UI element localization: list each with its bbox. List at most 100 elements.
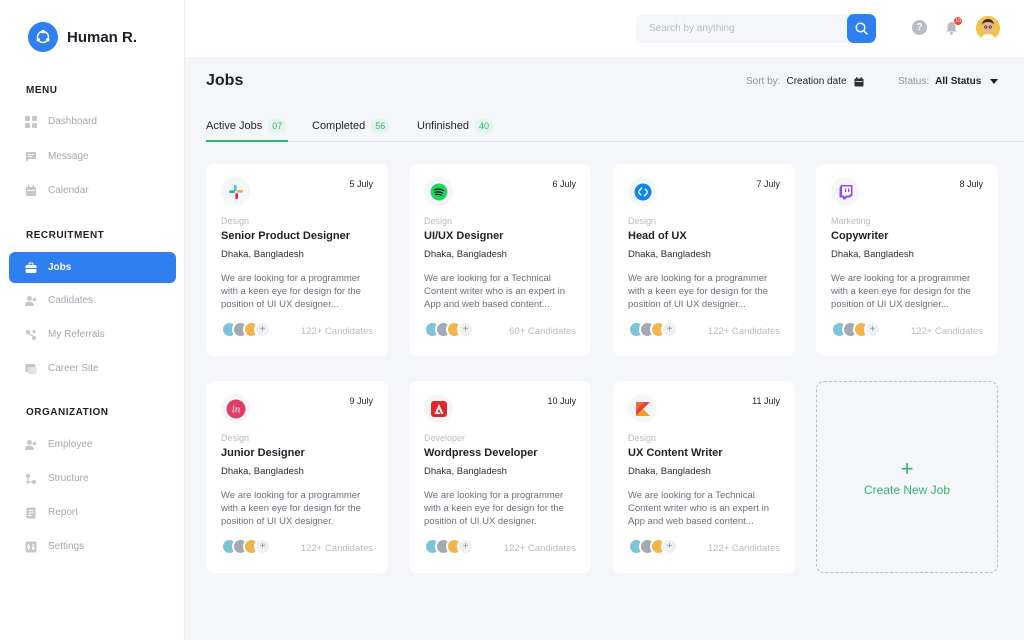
spotify-icon <box>424 177 453 206</box>
search-input[interactable] <box>636 14 836 43</box>
more-candidates-button[interactable]: + <box>661 538 678 555</box>
job-title[interactable]: Copywriter <box>831 230 888 242</box>
tab-label: Unfinished <box>417 120 469 132</box>
job-category: Design <box>221 216 250 226</box>
page-title: Jobs <box>206 72 244 89</box>
sidebar-item-label: Cadidates <box>48 295 94 306</box>
question-icon[interactable]: ? <box>912 20 927 35</box>
job-date: 7 July <box>756 179 780 189</box>
job-title[interactable]: UI/UX Designer <box>424 230 503 242</box>
candidate-count: 122+ Candidates <box>503 543 576 554</box>
more-candidates-button[interactable]: + <box>457 538 474 555</box>
tab-label: Completed <box>312 120 366 132</box>
job-description: We are looking for a programmer with a k… <box>831 273 971 310</box>
sort-control[interactable]: Sort by: Creation date <box>746 76 864 87</box>
job-location: Dhaka, Bangladesh <box>221 466 304 477</box>
sidebar-item-report[interactable]: Report <box>9 497 176 528</box>
status-filter[interactable]: Status: All Status <box>898 76 999 87</box>
sort-label: Sort by: <box>746 76 781 87</box>
job-location: Dhaka, Bangladesh <box>424 249 507 260</box>
more-candidates-button[interactable]: + <box>254 538 271 555</box>
sidebar-item-jobs[interactable]: Jobs <box>9 252 176 283</box>
grid-icon <box>25 115 37 128</box>
job-title[interactable]: Head of UX <box>628 230 687 242</box>
job-card[interactable]: 7 July Design Head of UX Dhaka, Banglade… <box>613 164 795 356</box>
bell-icon[interactable]: 10 <box>944 17 962 35</box>
candidate-count: 122+ Candidates <box>300 543 373 554</box>
candidate-avatars[interactable]: + <box>424 321 474 338</box>
svg-text:in: in <box>231 403 240 415</box>
job-date: 11 July <box>752 396 780 406</box>
chevron-down-icon <box>990 79 999 84</box>
candidate-count: 122+ Candidates <box>707 543 780 554</box>
sidebar-item-label: Structure <box>48 473 89 484</box>
sidebar-item-settings[interactable]: Settings <box>9 531 176 562</box>
more-candidates-button[interactable]: + <box>864 321 881 338</box>
kotlin-icon <box>628 394 657 423</box>
candidate-avatars[interactable]: + <box>221 538 271 555</box>
search-button[interactable] <box>847 14 876 43</box>
job-date: 9 July <box>349 396 373 406</box>
twitch-icon <box>831 177 860 206</box>
calendar-icon <box>25 184 37 197</box>
users-icon <box>25 439 37 451</box>
sidebar-item-employee[interactable]: Employee <box>9 429 176 460</box>
sidebar-item-structure[interactable]: Structure <box>9 463 176 494</box>
structure-icon <box>25 473 37 485</box>
job-title[interactable]: Wordpress Developer <box>424 447 538 459</box>
candidate-count: 122+ Candidates <box>300 326 373 337</box>
invision-icon: in <box>221 394 250 423</box>
tab-label: Active Jobs <box>206 120 263 132</box>
sidebar-item-label: Jobs <box>48 262 72 273</box>
candidate-avatars[interactable]: + <box>831 321 881 338</box>
candidate-avatars[interactable]: + <box>628 538 678 555</box>
sidebar-item-career-site[interactable]: Career Site <box>9 353 176 384</box>
sidebar-item-cadidates[interactable]: Cadidates <box>9 285 176 316</box>
candidate-count: 60+ Candidates <box>509 326 576 337</box>
job-date: 8 July <box>959 179 983 189</box>
job-card[interactable]: 6 July Design UI/UX Designer Dhaka, Bang… <box>409 164 591 356</box>
job-card[interactable]: 10 July Developer Wordpress Developer Dh… <box>409 381 591 573</box>
sidebar-item-calendar[interactable]: Calendar <box>9 175 176 206</box>
job-card[interactable]: 5 July Design Senior Product Designer Dh… <box>206 164 388 356</box>
sidebar-item-my-referrals[interactable]: My Referrals <box>9 319 176 350</box>
more-candidates-button[interactable]: + <box>457 321 474 338</box>
sidebar-item-message[interactable]: Message <box>9 141 176 172</box>
brand[interactable]: Human R. <box>28 22 137 52</box>
create-new-job-button[interactable]: + Create New Job <box>816 381 998 573</box>
sidebar: Human R. MENU Dashboard Message Calendar… <box>0 0 185 640</box>
candidate-avatars[interactable]: + <box>424 538 474 555</box>
user-avatar[interactable] <box>976 16 1000 40</box>
job-description: We are looking for a Technical Content w… <box>628 490 769 527</box>
briefcase-icon <box>25 262 37 274</box>
job-card[interactable]: 8 July Marketing Copywriter Dhaka, Bangl… <box>816 164 998 356</box>
candidate-count: 122+ Candidates <box>707 326 780 337</box>
report-icon <box>25 507 37 519</box>
job-date: 6 July <box>552 179 576 189</box>
job-title[interactable]: Senior Product Designer <box>221 230 350 242</box>
job-description: We are looking for a programmer with a k… <box>424 490 564 527</box>
job-card[interactable]: 11 July Design UX Content Writer Dhaka, … <box>613 381 795 573</box>
candidate-avatars[interactable]: + <box>221 321 271 338</box>
job-category: Marketing <box>831 216 871 226</box>
tab-active-jobs[interactable]: Active Jobs 07 <box>206 118 287 134</box>
section-label-menu: MENU <box>26 85 58 96</box>
more-candidates-button[interactable]: + <box>254 321 271 338</box>
job-description: We are looking for a programmer with a k… <box>628 273 768 310</box>
job-title[interactable]: UX Content Writer <box>628 447 723 459</box>
sidebar-item-label: Career Site <box>48 363 99 374</box>
job-category: Design <box>221 433 250 443</box>
job-category: Design <box>424 216 453 226</box>
job-category: Developer <box>424 433 466 443</box>
job-card[interactable]: in 9 July Design Junior Designer Dhaka, … <box>206 381 388 573</box>
tab-completed[interactable]: Completed 56 <box>312 118 390 134</box>
sidebar-item-dashboard[interactable]: Dashboard <box>9 106 176 137</box>
more-candidates-button[interactable]: + <box>661 321 678 338</box>
notification-badge: 10 <box>954 17 962 25</box>
calendar-icon <box>854 76 864 87</box>
job-description: We are looking for a Technical Content w… <box>424 273 565 310</box>
candidate-avatars[interactable]: + <box>628 321 678 338</box>
job-title[interactable]: Junior Designer <box>221 447 305 459</box>
tab-unfinished[interactable]: Unfinished 40 <box>417 118 493 134</box>
job-category: Design <box>628 433 657 443</box>
